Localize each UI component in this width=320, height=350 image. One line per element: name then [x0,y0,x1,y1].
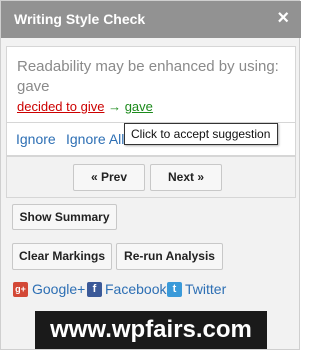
clear-markings-button[interactable]: Clear Markings [12,243,112,270]
share-twitter-link[interactable]: Twitter [185,281,226,297]
ignore-all-link[interactable]: Ignore All [66,131,124,147]
replacement-phrase[interactable]: gave [125,99,153,114]
twitter-icon[interactable]: t [167,282,182,297]
accept-tooltip: Click to accept suggestion [124,123,278,145]
share-facebook-link[interactable]: Facebook [105,281,166,297]
suggestion-message: Readability may be enhanced by using: ga… [17,58,279,95]
correction-line[interactable]: decided to give → gave [17,99,153,114]
share-googleplus-link[interactable]: Google+ [32,281,85,297]
original-phrase: decided to give [17,99,105,114]
writing-style-dialog: Writing Style Check × Readability may be… [0,0,301,350]
facebook-icon[interactable]: f [87,282,102,297]
close-icon[interactable]: × [277,7,289,29]
rerun-analysis-button[interactable]: Re-run Analysis [116,243,223,270]
prev-button[interactable]: « Prev [73,164,145,191]
show-summary-button[interactable]: Show Summary [12,204,117,230]
dialog-title: Writing Style Check [14,11,146,27]
title-bar: Writing Style Check × [1,1,301,38]
ignore-link[interactable]: Ignore [16,131,56,147]
googleplus-icon[interactable]: g+ [13,282,28,297]
arrow-right-icon: → [108,99,122,114]
watermark-banner: www.wpfairs.com [35,311,267,349]
next-button[interactable]: Next » [150,164,222,191]
